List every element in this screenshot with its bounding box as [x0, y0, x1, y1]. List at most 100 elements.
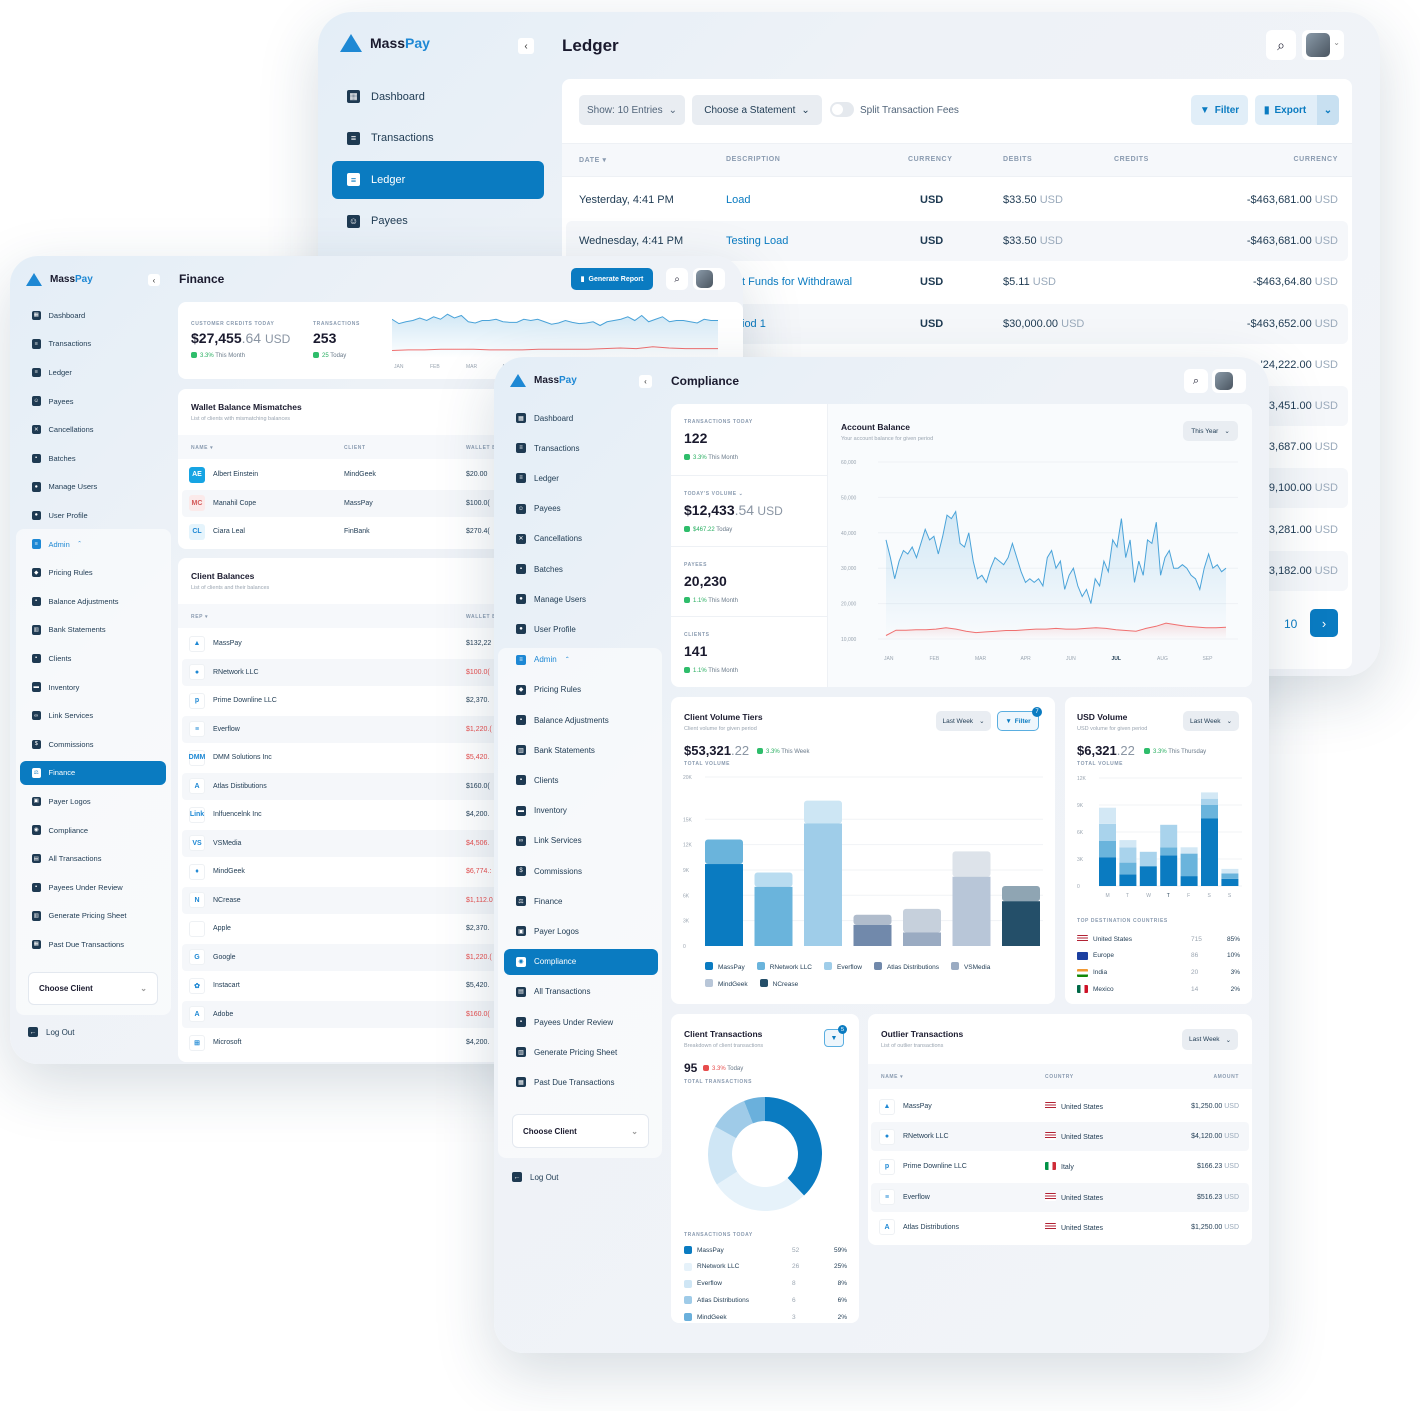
search-button[interactable]: ⌕: [666, 268, 688, 290]
collapse-sidebar-button[interactable]: ‹: [639, 375, 652, 388]
legend-item[interactable]: RNetwork LLC: [756, 962, 812, 971]
table-row[interactable]: p Prime Downline LLC Italy $166.23 USD: [871, 1152, 1249, 1181]
sidebar-item-payees[interactable]: ☺ Payees: [20, 389, 166, 414]
sidebar-item-inventory[interactable]: ▬ Inventory: [20, 675, 166, 700]
table-row[interactable]: p Prime Downline LLC $2,370.: [182, 687, 508, 714]
sidebar-item-payer-logos[interactable]: ▣ Payer Logos: [20, 789, 166, 814]
table-row[interactable]: CL Ciara Leal FinBank $270.4(: [182, 518, 508, 545]
table-row[interactable]: Yesterday, 4:41 PM Load USD $33.50 USD -$463…: [566, 180, 1348, 220]
search-button[interactable]: ⌕: [1266, 30, 1296, 60]
user-menu[interactable]: [693, 268, 725, 290]
legend-item[interactable]: MassPay: [705, 962, 745, 971]
table-row[interactable]: ● RNetwork LLC United States $4,120.00 USD: [871, 1122, 1249, 1152]
collapse-sidebar-button[interactable]: ‹: [518, 38, 534, 54]
export-dropdown-chevron[interactable]: ⌄: [1317, 95, 1339, 125]
user-menu[interactable]: [1212, 369, 1246, 393]
sidebar-item-manage-users[interactable]: ● Manage Users: [504, 586, 658, 612]
sidebar-item-past-due-transactions[interactable]: ▦ Past Due Transactions: [20, 932, 166, 957]
column-header-name[interactable]: Name ▾: [881, 1074, 903, 1080]
period-select[interactable]: This Year ⌄: [1183, 421, 1238, 441]
period-select[interactable]: Last Week ⌄: [1183, 711, 1239, 731]
sidebar-item-transactions[interactable]: ≡ Transactions: [504, 435, 658, 461]
column-header-wallet-b[interactable]: Wallet B: [466, 614, 496, 620]
legend-item[interactable]: VSMedia: [950, 962, 990, 971]
row-description-link[interactable]: t Funds for Withdrawal: [742, 276, 852, 288]
table-row[interactable]: A Atlas Distibutions $160.0(: [182, 772, 508, 800]
sidebar-item-dashboard[interactable]: ▦ Dashboard: [504, 405, 658, 431]
sidebar-item-pricing-rules[interactable]: ◆ Pricing Rules: [20, 560, 166, 585]
sidebar-item-finance[interactable]: ⚖ Finance: [20, 760, 166, 786]
sidebar-item-payees-under-review[interactable]: ▪ Payees Under Review: [504, 1009, 658, 1035]
choose-client-select[interactable]: Choose Client ⌄: [512, 1114, 649, 1148]
table-row[interactable]: ▲ MassPay United States $1,250.00 USD: [871, 1092, 1249, 1121]
period-select[interactable]: Last Week ⌄: [936, 711, 991, 731]
sidebar-item-generate-pricing-sheet[interactable]: ▥ Generate Pricing Sheet: [504, 1039, 658, 1065]
sidebar-item-payees[interactable]: ☺ Payees: [504, 496, 658, 522]
sidebar-item-generate-pricing-sheet[interactable]: ▥ Generate Pricing Sheet: [20, 904, 166, 929]
column-header-currency[interactable]: Currency: [1294, 156, 1338, 163]
legend-item[interactable]: Atlas Distributions: [873, 962, 939, 971]
table-row[interactable]: AE Albert Einstein MindGeek $20.00: [182, 461, 508, 488]
table-row[interactable]: G Google $1,220.(: [182, 943, 508, 971]
sidebar-item-admin[interactable]: ≡ Admin ⌃: [20, 532, 166, 557]
sidebar-item-all-transactions[interactable]: ▤ All Transactions: [504, 979, 658, 1005]
table-row[interactable]: Link Inlfuencelnk Inc $4,200.: [182, 801, 508, 828]
logout-button[interactable]: ← Log Out: [28, 1027, 74, 1037]
choose-client-select[interactable]: Choose Client ⌄: [28, 972, 158, 1005]
period-select[interactable]: Last Week ⌄: [1182, 1029, 1238, 1050]
table-row[interactable]: ● RNetwork LLC $100.0(: [182, 658, 508, 686]
search-button[interactable]: ⌕: [1184, 369, 1208, 393]
split-fees-toggle[interactable]: [830, 102, 854, 117]
table-row[interactable]: DMM DMM Solutions Inc $5,420.: [182, 744, 508, 771]
column-header-wallet-b[interactable]: Wallet B: [466, 445, 496, 451]
column-header-amount[interactable]: Amount: [1213, 1074, 1239, 1080]
table-row[interactable]: A Atlas Distributions United States $1,250.…: [871, 1213, 1249, 1242]
sidebar-item-clients[interactable]: ▪ Clients: [20, 646, 166, 671]
generate-report-button[interactable]: ▮ Generate Report: [571, 268, 653, 290]
sidebar-item-clients[interactable]: ▪ Clients: [504, 767, 658, 793]
logout-button[interactable]: ← Log Out: [512, 1172, 558, 1182]
table-row[interactable]: ▲ MassPay $132,22: [182, 630, 508, 657]
table-row[interactable]: ≡ Everflow United States $516.23 USD: [871, 1182, 1249, 1212]
sidebar-item-ledger[interactable]: ≡ Ledger: [332, 161, 544, 199]
row-description-link[interactable]: Testing Load: [726, 235, 788, 247]
column-header-rep[interactable]: Rep ▾: [191, 614, 208, 620]
table-row[interactable]: A Adobe $160.0(: [182, 1000, 508, 1028]
table-row[interactable]: ✿ Instacart $5,420.: [182, 972, 508, 999]
column-header-name[interactable]: Name ▾: [191, 445, 213, 451]
sidebar-item-manage-users[interactable]: ● Manage Users: [20, 475, 166, 500]
sidebar-item-payer-logos[interactable]: ▣ Payer Logos: [504, 918, 658, 944]
sidebar-item-batches[interactable]: ▪ Batches: [504, 556, 658, 582]
brand-logo[interactable]: MassPay: [510, 374, 577, 387]
sidebar-item-payees[interactable]: ☺ Payees: [332, 203, 544, 241]
page-number[interactable]: 10: [1284, 617, 1297, 631]
sidebar-item-transactions[interactable]: ≡ Transactions: [332, 120, 544, 158]
column-header-date[interactable]: Date ▾: [579, 156, 607, 164]
sidebar-item-bank-statements[interactable]: ▥ Bank Statements: [504, 737, 658, 763]
sidebar-item-commissions[interactable]: $ Commissions: [20, 732, 166, 757]
sidebar-item-pricing-rules[interactable]: ◆ Pricing Rules: [504, 677, 658, 703]
sidebar-item-ledger[interactable]: ≡ Ledger: [20, 360, 166, 385]
legend-item[interactable]: MindGeek: [705, 979, 748, 988]
table-row[interactable]: ≡ Everflow $1,220.(: [182, 715, 508, 743]
brand-logo[interactable]: MassPay: [26, 273, 93, 286]
column-header-client[interactable]: Client: [344, 445, 366, 451]
column-header-country[interactable]: Country: [1045, 1074, 1074, 1080]
table-row[interactable]: ⊞ Microsoft $4,200.: [182, 1029, 508, 1056]
sidebar-item-compliance[interactable]: ◉ Compliance: [20, 818, 166, 843]
entries-select[interactable]: Show: 10 Entries ⌄: [579, 95, 685, 125]
sidebar-item-link-services[interactable]: ∞ Link Services: [20, 703, 166, 728]
legend-item[interactable]: Everflow: [824, 962, 862, 971]
sidebar-item-admin[interactable]: ≡ Admin ⌃: [504, 647, 658, 673]
sidebar-item-user-profile[interactable]: ● User Profile: [20, 503, 166, 528]
sidebar-item-past-due-transactions[interactable]: ▦ Past Due Transactions: [504, 1069, 658, 1095]
sidebar-item-commissions[interactable]: $ Commissions: [504, 858, 658, 884]
table-row[interactable]: VS VSMedia $4,506.: [182, 829, 508, 857]
sidebar-item-cancellations[interactable]: ✕ Cancellations: [504, 526, 658, 552]
legend-item[interactable]: NCrease: [759, 979, 798, 988]
sidebar-item-transactions[interactable]: ≡ Transactions: [20, 332, 166, 357]
sidebar-item-link-services[interactable]: ∞ Link Services: [504, 828, 658, 854]
sidebar-item-inventory[interactable]: ▬ Inventory: [504, 798, 658, 824]
collapse-sidebar-button[interactable]: ‹: [148, 274, 160, 286]
next-page-button[interactable]: ›: [1310, 609, 1338, 637]
